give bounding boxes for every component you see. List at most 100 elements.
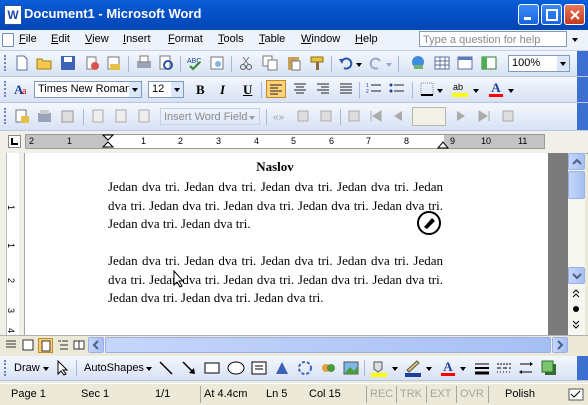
font-color-icon[interactable]: A bbox=[488, 80, 504, 98]
oval-tool-icon[interactable] bbox=[227, 360, 245, 376]
scroll-left-button[interactable] bbox=[88, 337, 104, 353]
toolbar-grip[interactable] bbox=[4, 108, 9, 124]
next-record-icon[interactable] bbox=[453, 108, 469, 124]
bold-button[interactable]: B bbox=[196, 82, 205, 98]
align-center-icon[interactable] bbox=[292, 81, 308, 97]
bullets-icon[interactable] bbox=[389, 81, 405, 97]
select-objects-icon[interactable] bbox=[56, 360, 70, 376]
reading-layout-view-icon[interactable] bbox=[73, 339, 85, 351]
arrow-style-icon[interactable] bbox=[518, 360, 534, 376]
status-page-count[interactable]: 1/1 bbox=[152, 386, 196, 403]
main-document-setup-icon[interactable] bbox=[14, 108, 30, 124]
status-rec[interactable]: REC bbox=[366, 386, 396, 403]
highlight-icon[interactable]: ab bbox=[451, 80, 469, 98]
smart-tag-icon[interactable] bbox=[416, 210, 442, 236]
font-size-select[interactable]: 12 bbox=[148, 81, 184, 98]
vertical-ruler[interactable]: 1 1 2 3 4 bbox=[0, 153, 25, 335]
status-ovr[interactable]: OVR bbox=[456, 386, 488, 403]
scroll-right-button[interactable] bbox=[552, 337, 568, 353]
insert-address-block-icon[interactable] bbox=[90, 108, 106, 124]
insert-excel-icon[interactable] bbox=[481, 55, 497, 71]
close-button[interactable] bbox=[564, 4, 585, 25]
line-style-icon[interactable] bbox=[474, 360, 490, 376]
text-box-icon[interactable] bbox=[251, 360, 267, 376]
menu-tools[interactable]: Tools bbox=[218, 33, 244, 45]
toolbar-options-icon[interactable] bbox=[577, 356, 588, 380]
document-icon[interactable] bbox=[2, 33, 14, 47]
propagate-labels-icon[interactable] bbox=[346, 108, 362, 124]
copy-icon[interactable] bbox=[262, 55, 278, 71]
font-name-select[interactable]: Times New Roman bbox=[34, 81, 142, 98]
status-column[interactable]: Col 15 bbox=[306, 386, 364, 403]
paste-icon[interactable] bbox=[286, 55, 302, 71]
document-paragraph[interactable]: Jedan dva tri. Jedan dva tri. Jedan dva … bbox=[108, 178, 443, 234]
toolbar-grip[interactable] bbox=[4, 360, 9, 376]
new-document-icon[interactable] bbox=[14, 55, 30, 71]
status-at[interactable]: At 4.4cm bbox=[200, 386, 260, 403]
first-record-icon[interactable] bbox=[368, 108, 384, 124]
insert-wordart-icon[interactable] bbox=[274, 360, 290, 376]
status-ext[interactable]: EXT bbox=[426, 386, 456, 403]
arrow-tool-icon[interactable] bbox=[181, 360, 197, 376]
rectangle-tool-icon[interactable] bbox=[204, 360, 220, 376]
insert-greeting-line-icon[interactable] bbox=[113, 108, 129, 124]
right-indent-marker-icon[interactable] bbox=[437, 139, 449, 149]
scroll-down-button[interactable] bbox=[568, 267, 585, 284]
status-page[interactable]: Page 1 bbox=[8, 386, 74, 403]
redo-icon[interactable] bbox=[368, 55, 384, 71]
draw-menu-button[interactable]: Draw bbox=[14, 362, 40, 374]
maximize-button[interactable] bbox=[541, 4, 562, 25]
view-merged-data-icon[interactable]: «» bbox=[272, 108, 288, 124]
draw-font-color-icon[interactable]: A bbox=[440, 359, 456, 377]
match-fields-icon[interactable] bbox=[318, 108, 334, 124]
insert-clip-art-icon[interactable] bbox=[320, 360, 336, 376]
document-heading[interactable]: Naslov bbox=[108, 159, 442, 175]
autoshapes-menu-button[interactable]: AutoShapes bbox=[84, 362, 144, 374]
status-line[interactable]: Ln 5 bbox=[263, 386, 303, 403]
fill-color-icon[interactable] bbox=[370, 359, 388, 377]
menu-table[interactable]: Table bbox=[259, 33, 285, 45]
draw-font-color-dropdown-arrow-icon[interactable] bbox=[460, 367, 466, 371]
numbering-icon[interactable]: 12 bbox=[366, 81, 382, 97]
redo-dropdown-arrow-icon[interactable] bbox=[386, 63, 392, 67]
toolbar-grip[interactable] bbox=[4, 55, 9, 71]
next-page-icon[interactable] bbox=[571, 320, 582, 330]
menu-view[interactable]: View bbox=[85, 33, 109, 45]
dash-style-icon[interactable] bbox=[496, 360, 512, 376]
go-to-record-input[interactable] bbox=[412, 107, 446, 126]
highlight-merge-fields-icon[interactable] bbox=[295, 108, 311, 124]
insert-hyperlink-icon[interactable] bbox=[410, 55, 426, 71]
word-app-icon[interactable]: W bbox=[4, 5, 22, 25]
borders-dropdown-arrow-icon[interactable] bbox=[437, 89, 443, 93]
align-right-icon[interactable] bbox=[315, 81, 331, 97]
justify-icon[interactable] bbox=[338, 81, 354, 97]
line-color-icon[interactable] bbox=[404, 359, 422, 377]
insert-table-icon[interactable] bbox=[457, 55, 473, 71]
line-tool-icon[interactable] bbox=[158, 360, 174, 376]
menu-help[interactable]: Help bbox=[355, 33, 378, 45]
horizontal-scrollbar[interactable] bbox=[88, 337, 568, 353]
spelling-grammar-icon[interactable]: ABC bbox=[187, 55, 203, 71]
shadow-style-icon[interactable] bbox=[540, 359, 558, 377]
document-paragraph[interactable]: Jedan dva tri. Jedan dva tri. Jedan dva … bbox=[108, 252, 443, 308]
previous-record-icon[interactable] bbox=[390, 108, 406, 124]
status-trk[interactable]: TRK bbox=[396, 386, 426, 403]
toolbar-grip[interactable] bbox=[4, 81, 9, 97]
last-record-icon[interactable] bbox=[476, 108, 492, 124]
insert-picture-icon[interactable] bbox=[343, 360, 359, 376]
draw-dropdown-arrow-icon[interactable] bbox=[43, 367, 49, 371]
insert-word-field-button[interactable]: Insert Word Field bbox=[160, 108, 260, 125]
indent-marker-icon[interactable] bbox=[102, 134, 114, 150]
menu-edit[interactable]: Edit bbox=[51, 33, 70, 45]
title-bar[interactable]: W Document1 - Microsoft Word bbox=[0, 0, 588, 30]
help-dropdown-arrow-icon[interactable] bbox=[572, 38, 578, 42]
scroll-thumb[interactable] bbox=[568, 171, 585, 199]
print-icon[interactable] bbox=[136, 55, 152, 71]
tables-borders-icon[interactable] bbox=[434, 55, 450, 71]
zoom-select[interactable]: 100% bbox=[508, 55, 570, 72]
undo-icon[interactable] bbox=[338, 55, 354, 71]
open-data-source-icon[interactable] bbox=[37, 108, 53, 124]
scroll-up-button[interactable] bbox=[568, 153, 585, 170]
open-folder-icon[interactable] bbox=[36, 55, 52, 71]
horizontal-ruler[interactable]: 2 1 1 2 3 4 5 6 7 8 9 10 11 bbox=[25, 134, 545, 149]
